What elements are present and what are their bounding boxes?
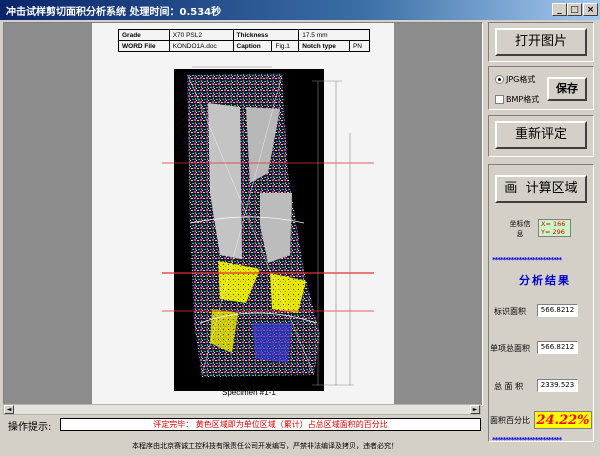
scroll-left-arrow[interactable]: ◄	[4, 405, 14, 414]
save-button[interactable]: 保存	[547, 77, 587, 101]
footer: 本程序由北京赛诚工控科技有限责任公司开发编写，严禁非法编译及拷贝，违者必究！	[0, 436, 600, 456]
minimize-button[interactable]: _	[552, 3, 567, 16]
coordinate-x: X= 166	[541, 220, 566, 228]
results-title: 分析结果	[519, 274, 571, 287]
scanned-document: Grade X70 PSL2 Thickness 17.5 mm WORD Fi…	[92, 23, 394, 404]
operation-hint-label: 操作提示:	[8, 422, 52, 433]
window-title: 冲击试样剪切面积分析系统 处理时间：0.534秒	[6, 7, 222, 18]
scroll-right-arrow[interactable]: ►	[470, 405, 480, 414]
image-viewer[interactable]: Grade X70 PSL2 Thickness 17.5 mm WORD Fi…	[3, 22, 483, 406]
calculate-area-button[interactable]: 画 计算区域	[495, 175, 587, 203]
unit-area-label: 标识面积	[494, 307, 526, 316]
maximize-button[interactable]: □	[567, 3, 582, 16]
total-area-value: 2339.523	[537, 379, 578, 392]
open-image-group: 打开图片	[488, 22, 594, 62]
draw-label: 画	[504, 181, 518, 196]
analysis-group: 画 计算区域	[488, 164, 594, 442]
total-item-area-label: 单项总面积	[490, 344, 530, 353]
bmp-format-checkbox[interactable]	[495, 95, 504, 104]
specimen-caption: Specimen #1-1	[222, 388, 276, 397]
copyright-notice: 本程序由北京赛诚工控科技有限责任公司开发编写，严禁非法编译及拷贝，违者必究！	[132, 442, 398, 450]
total-item-area-value: 566.8212	[537, 341, 578, 354]
bmp-format-label: BMP格式	[506, 95, 540, 104]
jpg-format-radio[interactable]	[495, 75, 504, 84]
close-button[interactable]: ×	[583, 3, 598, 16]
open-image-button[interactable]: 打开图片	[495, 28, 587, 56]
horizontal-scrollbar[interactable]: ◄ ►	[3, 404, 481, 415]
area-percent-label: 面积百分比	[490, 416, 530, 425]
coordinate-label: 坐标信息	[509, 220, 531, 238]
app-window: 冲击试样剪切面积分析系统 处理时间：0.534秒 _ □ × Grade X70…	[0, 0, 600, 456]
coordinate-y: Y= 296	[541, 228, 565, 236]
jpg-format-label: JPG格式	[506, 75, 536, 84]
reevaluate-button[interactable]: 重新评定	[495, 121, 587, 149]
area-percent-value: 24.22%	[534, 411, 592, 429]
unit-area-value: 566.8212	[537, 304, 578, 317]
title-bar[interactable]: 冲击试样剪切面积分析系统 处理时间：0.534秒 _ □ ×	[0, 0, 600, 20]
calc-area-label: 计算区域	[525, 181, 578, 196]
save-format-group: JPG格式 BMP格式 保存	[488, 66, 594, 110]
coordinate-readout: X= 166 Y= 296	[538, 219, 571, 237]
total-area-label: 总 面 积	[494, 382, 524, 391]
reevaluate-group: 重新评定	[488, 115, 594, 157]
operation-hint-box: 评定完毕： 黄色区域即为单位区域（累计）占总区域面积的百分比	[60, 418, 481, 431]
fracture-surface-image	[162, 66, 374, 391]
results-divider-top: **************************	[492, 256, 562, 264]
